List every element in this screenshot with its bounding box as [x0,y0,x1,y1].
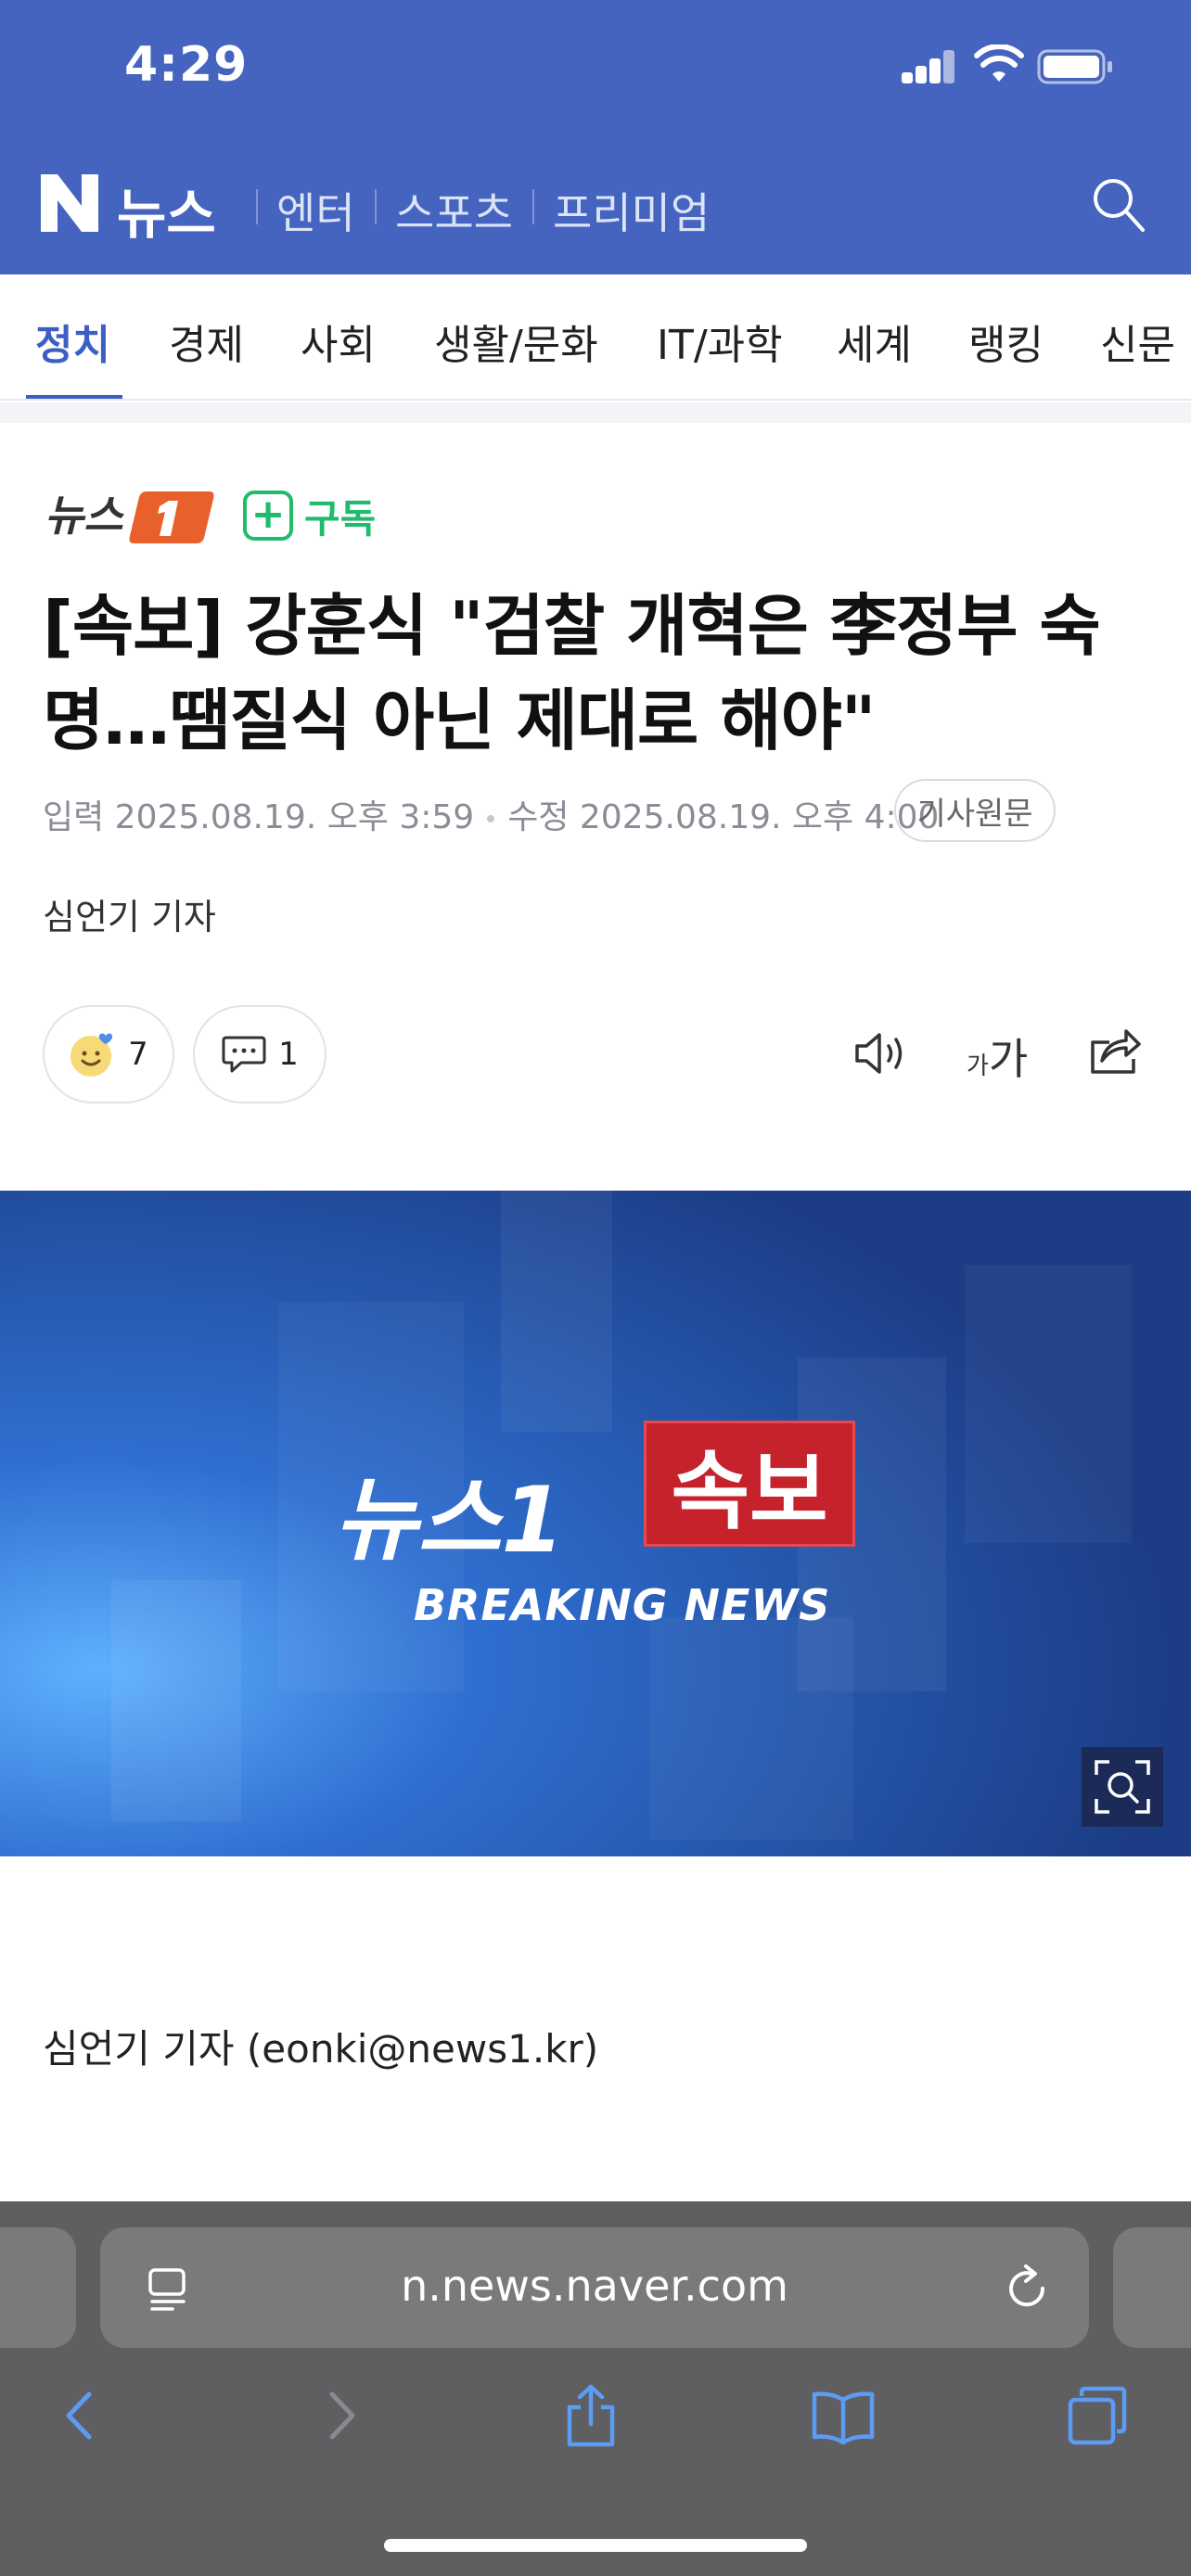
comment-button[interactable]: 1 [193,1005,327,1103]
section-divider [0,402,1191,423]
wifi-icon [974,45,1024,82]
active-tab-indicator [26,395,122,399]
nav-divider [375,189,377,224]
tab-society[interactable]: 사회 [301,312,376,371]
article-headline: [속보] 강훈식 "검찰 개혁은 李정부 숙명…땜질식 아닌 제대로 해야" [43,587,1101,759]
tab-newspaper[interactable]: 신문 [1100,312,1175,371]
naver-logo-icon[interactable] [41,174,98,232]
font-large-label: 가 [988,1034,1029,1084]
subscribe-button[interactable]: + 구독 [243,488,376,543]
tab-ranking[interactable]: 랭킹 [968,312,1044,371]
modified-date: 수정 2025.08.19. 오후 4:00 [507,798,940,836]
nav-link-sports[interactable]: 스포츠 [395,180,513,241]
original-article-button[interactable]: 기사원문 [894,779,1056,842]
photo-brand-text: 뉴스1 [334,1468,565,1574]
address-bar[interactable]: n.news.naver.com [100,2227,1089,2348]
brand-title[interactable]: 뉴스 [117,171,216,249]
photo-caption: BREAKING NEWS [414,1580,831,1630]
article-photo[interactable]: 뉴스1 속보 BREAKING NEWS [0,1191,1191,1856]
tab-politics[interactable]: 정치 [35,312,110,371]
tab-life-culture[interactable]: 생활/문화 [434,312,598,371]
font-size-button[interactable]: 가가 [967,1026,1028,1087]
article-byline: 심언기 기자 (eonki@news1.kr) [43,2026,599,2072]
nav-link-premium[interactable]: 프리미엄 [553,180,710,241]
share-sheet-icon[interactable] [558,2383,623,2448]
category-tabs: 정치 경제 사회 생활/문화 IT/과학 세계 랭킹 신문 [0,274,1191,401]
next-tab-preview[interactable] [1113,2227,1191,2348]
battery-icon [1037,49,1112,84]
reaction-count: 7 [128,1036,148,1073]
bookmarks-icon[interactable] [811,2383,876,2448]
reporter-name[interactable]: 심언기 기자 [43,888,216,939]
nav-divider [256,189,258,224]
smile-emoji-icon [70,1033,113,1077]
forward-icon[interactable] [308,2383,373,2448]
tabs-icon[interactable] [1065,2383,1130,2448]
nav-divider [532,189,534,224]
url-text: n.news.naver.com [401,2261,788,2311]
plus-icon: + [243,491,293,541]
svg-text:뉴스: 뉴스 [45,491,124,541]
tab-economy[interactable]: 경제 [169,312,244,371]
zoom-image-icon[interactable] [1082,1747,1163,1827]
press-logo-news1[interactable]: 뉴스 [43,482,215,547]
previous-tab-preview[interactable] [0,2227,76,2348]
photo-background [0,1191,1191,1856]
home-indicator[interactable] [384,2539,807,2552]
published-date: 입력 2025.08.19. 오후 3:59 [43,798,475,836]
comment-count: 1 [278,1036,299,1073]
share-icon[interactable] [1087,1024,1143,1078]
font-small-label: 가 [967,1052,989,1080]
comment-icon [222,1036,266,1073]
browser-toolbar: n.news.naver.com [0,2201,1191,2576]
tab-world[interactable]: 세계 [837,312,912,371]
article-meta: 입력 2025.08.19. 오후 3:59 수정 2025.08.19. 오후 … [43,790,939,838]
subscribe-label: 구독 [304,495,377,542]
app-header: 4:29 뉴스 엔터 스포츠 프리미엄 [0,0,1191,274]
tab-it-science[interactable]: IT/과학 [657,312,783,371]
reload-icon[interactable] [1004,2263,1052,2313]
search-icon[interactable] [1091,176,1146,234]
speaker-icon[interactable] [853,1027,909,1079]
reaction-button[interactable]: 7 [43,1005,174,1103]
back-icon[interactable] [48,2383,113,2448]
status-time: 4:29 [124,37,249,93]
photo-breaking-badge: 속보 [644,1421,855,1547]
nav-link-entertainment[interactable]: 엔터 [276,180,355,241]
cellular-signal-icon [902,50,954,83]
